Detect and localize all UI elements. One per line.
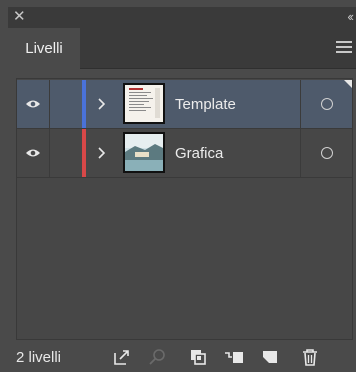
- target-cell[interactable]: [300, 129, 353, 177]
- tab-layers[interactable]: Livelli: [8, 28, 80, 69]
- panel-topbar: ✕ ‹‹: [8, 7, 356, 28]
- layers-list: Template Grafica: [16, 78, 353, 340]
- export-icon[interactable]: [112, 347, 132, 367]
- hamburger-menu-icon[interactable]: [336, 41, 352, 53]
- sublayer-icon[interactable]: [224, 347, 244, 367]
- layer-thumbnail: [123, 132, 165, 173]
- close-icon[interactable]: ✕: [13, 8, 26, 26]
- chevron-right-icon[interactable]: [97, 129, 111, 177]
- layer-color-bar: [82, 129, 86, 177]
- eye-icon: [26, 100, 40, 108]
- lock-toggle[interactable]: [50, 80, 83, 128]
- delete-icon[interactable]: [300, 347, 320, 367]
- layer-row-grafica[interactable]: Grafica: [17, 129, 352, 178]
- layer-name[interactable]: Grafica: [175, 129, 223, 177]
- layer-row-template[interactable]: Template: [17, 80, 352, 129]
- visibility-toggle[interactable]: [17, 129, 50, 177]
- chevron-right-icon[interactable]: [97, 80, 111, 128]
- new-layer-icon[interactable]: [260, 347, 280, 367]
- search-icon[interactable]: [148, 347, 168, 367]
- clipping-mask-icon[interactable]: [188, 347, 208, 367]
- lock-toggle[interactable]: [50, 129, 83, 177]
- layer-name[interactable]: Template: [175, 80, 236, 128]
- tab-row: Livelli: [8, 28, 356, 69]
- collapse-icon[interactable]: ‹‹: [347, 8, 354, 26]
- eye-icon: [26, 149, 40, 157]
- layer-color-bar: [82, 80, 86, 128]
- panel-footer: 2 livelli: [8, 344, 356, 372]
- layer-thumbnail: [123, 83, 165, 124]
- visibility-toggle[interactable]: [17, 80, 50, 128]
- layer-count: 2 livelli: [16, 349, 62, 366]
- target-circle-icon: [321, 147, 333, 159]
- target-circle-icon: [321, 98, 333, 110]
- selection-corner-indicator: [344, 80, 352, 88]
